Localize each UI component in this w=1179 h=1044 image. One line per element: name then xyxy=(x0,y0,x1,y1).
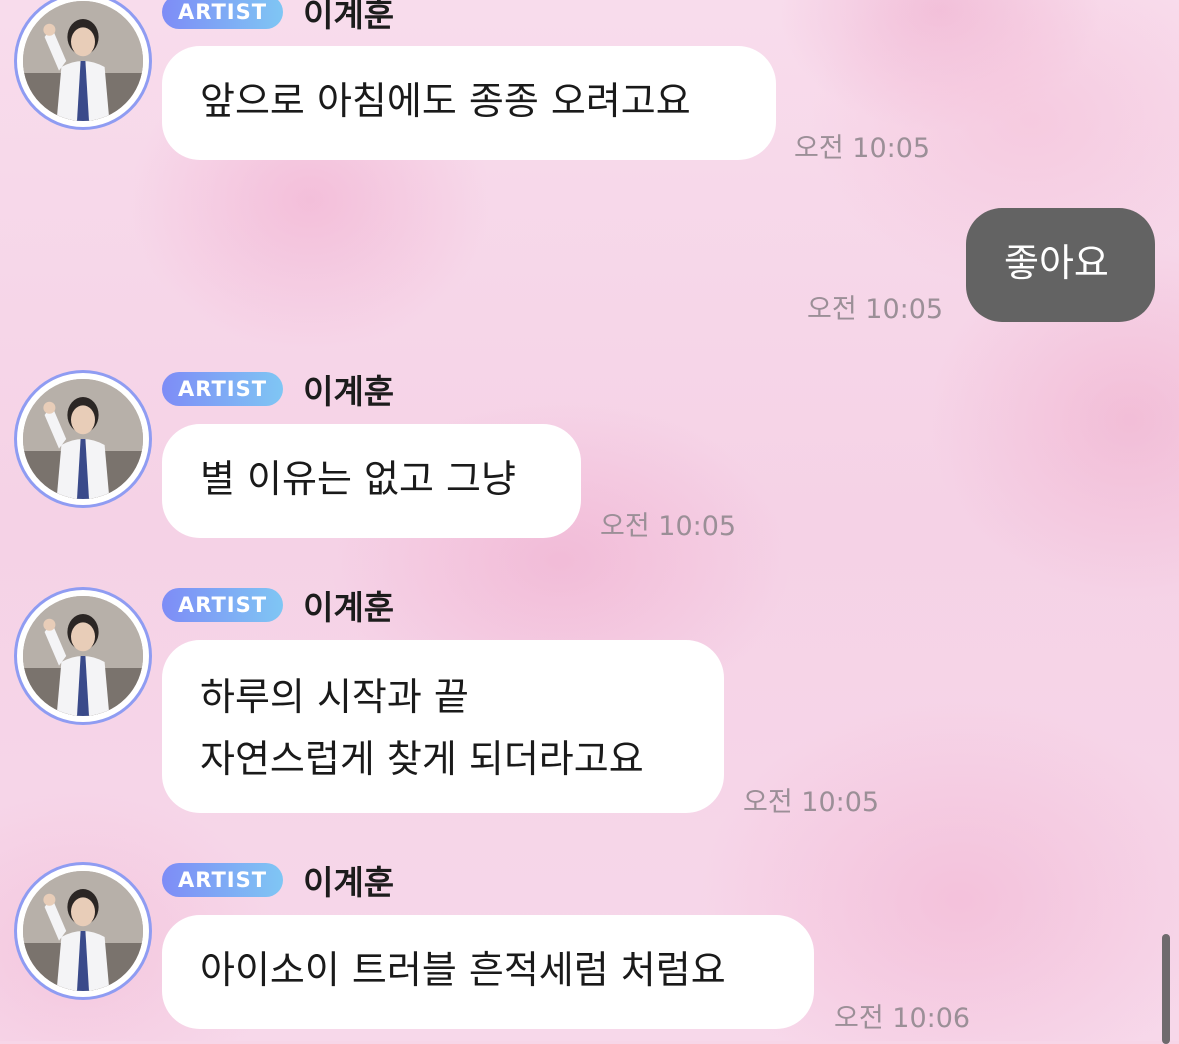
message-header: ARTIST 이계훈 xyxy=(162,370,394,411)
artist-avatar[interactable] xyxy=(17,0,149,127)
message-header: ARTIST 이계훈 xyxy=(162,586,394,627)
message-header: ARTIST 이계훈 xyxy=(162,861,394,902)
message-text: 좋아요 xyxy=(1004,241,1109,285)
message-time: 오전 10:06 xyxy=(834,1003,971,1034)
message-bubble[interactable]: 아이소이 트러블 흔적세럼 처럼요 xyxy=(162,915,814,1029)
message-text: 별 이유는 없고 그냥 xyxy=(200,457,516,501)
avatar-photo-icon xyxy=(23,379,143,499)
message-time: 오전 10:05 xyxy=(743,787,880,818)
sender-name[interactable]: 이계훈 xyxy=(303,0,394,36)
message-time: 오전 10:05 xyxy=(600,511,737,542)
sender-name[interactable]: 이계훈 xyxy=(303,856,394,904)
artist-avatar[interactable] xyxy=(17,590,149,722)
sender-name[interactable]: 이계훈 xyxy=(303,581,394,629)
message-time: 오전 10:05 xyxy=(807,294,944,325)
message-text: 앞으로 아침에도 종종 오려고요 xyxy=(200,79,691,123)
avatar-photo-icon xyxy=(23,1,143,121)
artist-avatar[interactable] xyxy=(17,373,149,505)
message-text: 아이소이 트러블 흔적세럼 처럼요 xyxy=(200,948,726,992)
scrollbar[interactable] xyxy=(1162,934,1170,1044)
avatar-photo-icon xyxy=(23,596,143,716)
my-message-bubble[interactable]: 좋아요 xyxy=(966,208,1155,322)
artist-badge: ARTIST xyxy=(162,863,284,897)
message-header: ARTIST 이계훈 xyxy=(162,0,394,34)
artist-badge: ARTIST xyxy=(162,0,284,29)
message-text-line-2: 자연스럽게 찾게 되더라고요 xyxy=(200,737,644,781)
message-bubble[interactable]: 앞으로 아침에도 종종 오려고요 xyxy=(162,46,776,160)
avatar-photo-icon xyxy=(23,871,143,991)
message-time: 오전 10:05 xyxy=(794,133,931,164)
message-text-line-1: 하루의 시작과 끝 xyxy=(200,675,469,719)
artist-avatar[interactable] xyxy=(17,865,149,997)
message-bubble[interactable]: 별 이유는 없고 그냥 xyxy=(162,424,581,538)
artist-badge: ARTIST xyxy=(162,588,284,622)
message-bubble[interactable]: 하루의 시작과 끝 자연스럽게 찾게 되더라고요 xyxy=(162,640,724,813)
artist-badge: ARTIST xyxy=(162,372,284,406)
sender-name[interactable]: 이계훈 xyxy=(303,365,394,413)
